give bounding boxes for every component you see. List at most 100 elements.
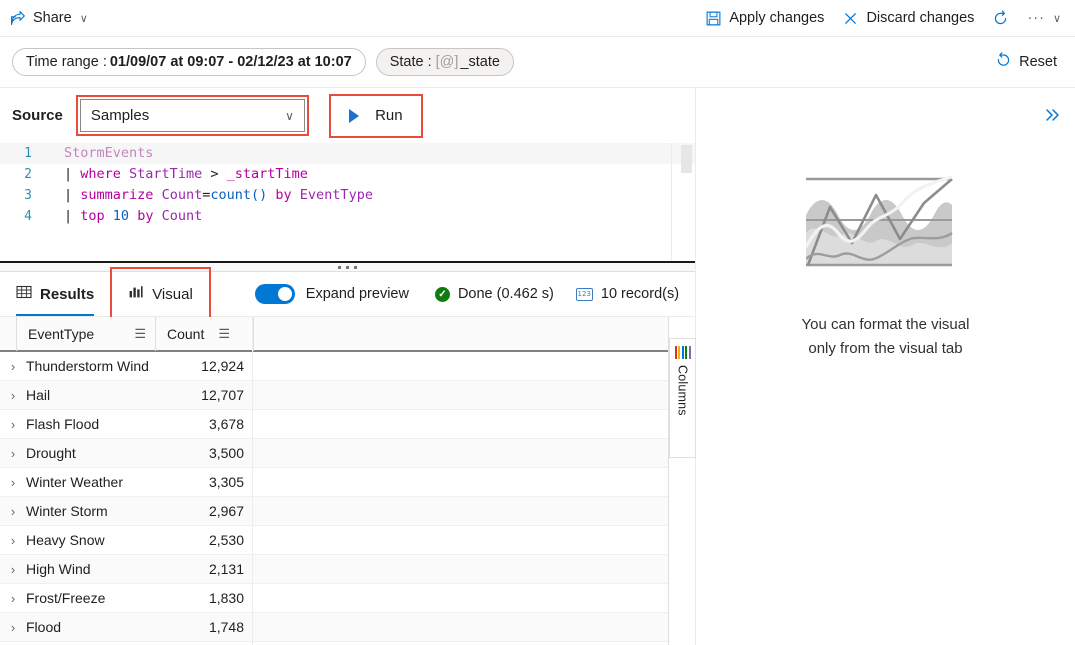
row-expand-icon[interactable]: › <box>0 620 26 635</box>
share-button[interactable]: Share ∨ <box>0 3 97 33</box>
cell-eventtype: Thunderstorm Wind <box>26 358 149 374</box>
code-line[interactable]: 4 | top 10 by Count <box>0 206 695 227</box>
chevron-down-icon[interactable]: ∨ <box>80 12 88 25</box>
number-icon: 123 <box>575 287 593 301</box>
table-row[interactable]: › Winter Storm 2,967 <box>0 497 668 526</box>
editor-scrollbar[interactable] <box>681 145 692 263</box>
row-expand-icon[interactable]: › <box>0 591 26 606</box>
state-filter[interactable]: State : [@] _state <box>375 48 514 76</box>
table-row[interactable]: › Heavy Snow 2,530 <box>0 526 668 555</box>
table-row[interactable]: › Drought 3,500 <box>0 439 668 468</box>
table-row[interactable]: › Flood 1,748 <box>0 613 668 642</box>
code-line[interactable]: 2 | where StartTime > _startTime <box>0 164 695 185</box>
reset-label: Reset <box>1019 54 1057 70</box>
run-button-highlight: Run <box>328 93 423 138</box>
row-expand-icon[interactable]: › <box>0 562 26 577</box>
tab-visual[interactable]: Visual <box>114 272 207 316</box>
table-row[interactable]: › Winter Weather 3,305 <box>0 468 668 497</box>
expand-preview-toggle[interactable] <box>254 284 295 304</box>
column-menu-icon[interactable]: ☰ <box>134 327 146 340</box>
expand-preview-group: Expand preview <box>254 284 409 304</box>
row-expand-icon[interactable]: › <box>0 388 26 403</box>
column-menu-icon[interactable]: ☰ <box>218 327 230 340</box>
code-token: 10 <box>112 208 130 224</box>
column-header-eventtype[interactable]: EventType ☰ <box>16 317 155 351</box>
column-header-count[interactable]: Count ☰ <box>155 317 253 351</box>
state-value: _state <box>460 54 500 70</box>
columns-icon <box>674 346 691 359</box>
expand-preview-label: Expand preview <box>305 286 409 302</box>
row-expand-icon[interactable]: › <box>0 504 26 519</box>
code-token: by <box>275 187 292 203</box>
row-expand-icon[interactable]: › <box>0 475 26 490</box>
columns-rail-label: Columns <box>675 365 690 416</box>
code-token: Count <box>161 187 203 203</box>
row-expand-icon[interactable]: › <box>0 359 26 374</box>
table-icon <box>16 284 32 304</box>
code-text: | summarize Count=count() by EventType <box>44 185 373 206</box>
table-row[interactable]: › Flash Flood 3,678 <box>0 410 668 439</box>
overflow-menu-button[interactable]: ··· ∨ <box>1018 3 1075 33</box>
code-token: summarize <box>80 187 154 203</box>
cell-count: 12,707 <box>201 387 244 403</box>
table-row[interactable]: › Frost/Freeze 1,830 <box>0 584 668 613</box>
cell-eventtype: Frost/Freeze <box>26 590 106 606</box>
cell-count: 2,131 <box>208 561 244 577</box>
cell-count: 3,305 <box>208 474 244 490</box>
table-row[interactable]: › Hail 12,707 <box>0 381 668 410</box>
code-token: where <box>80 166 121 182</box>
command-bar: Share ∨ Apply changes Discard changes ··… <box>0 0 1075 37</box>
time-range-filter[interactable]: Time range : 01/09/07 at 09:07 - 02/12/2… <box>12 48 366 76</box>
ellipsis-icon: ··· <box>1027 10 1045 26</box>
source-dropdown[interactable]: Samples ∨ <box>79 99 305 132</box>
column-header-filler <box>253 317 283 351</box>
chart-placeholder-illustration <box>804 173 971 283</box>
visual-pane-message-line2: only from the visual tab <box>808 340 963 357</box>
table-row[interactable]: › High Wind 2,131 <box>0 555 668 584</box>
column-header-eventtype-label: EventType <box>28 325 95 342</box>
columns-rail: Columns <box>668 317 696 645</box>
cell-count: 3,678 <box>208 416 244 432</box>
save-icon <box>705 10 722 27</box>
code-token: Count <box>161 208 203 224</box>
double-chevron-right-icon[interactable] <box>1041 103 1065 127</box>
cell-count: 3,500 <box>208 445 244 461</box>
code-token: | <box>64 166 81 182</box>
play-icon <box>349 108 360 123</box>
chevron-down-icon[interactable]: ∨ <box>1053 12 1061 25</box>
toggle-knob <box>277 287 292 301</box>
code-line[interactable]: 1 StormEvents <box>0 143 695 164</box>
discard-changes-button[interactable]: Discard changes <box>833 3 983 33</box>
results-grid[interactable]: EventType ☰ Count ☰ › Thunderstorm Wind 12… <box>0 317 668 645</box>
table-row[interactable]: › Thunderstorm Wind 12,924 <box>0 352 668 381</box>
visual-pane-message: You can format the visual only from the … <box>696 313 1075 361</box>
source-label: Source <box>12 107 63 124</box>
row-expand-icon[interactable]: › <box>0 417 26 432</box>
undo-icon <box>995 51 1012 73</box>
row-expand-icon[interactable]: › <box>0 533 26 548</box>
code-text: StormEvents <box>44 143 153 164</box>
source-dropdown-highlight: Samples ∨ <box>75 95 309 136</box>
row-expand-icon[interactable]: › <box>0 446 26 461</box>
tab-results-label: Results <box>40 285 95 303</box>
run-label: Run <box>375 107 403 124</box>
splitter-dot <box>346 265 349 269</box>
columns-panel-tab[interactable]: Columns <box>669 338 696 458</box>
tab-results[interactable]: Results <box>2 272 108 316</box>
editor-scrollbar-thumb[interactable] <box>681 145 692 173</box>
record-count-label: 10 record(s) <box>600 286 680 302</box>
splitter-dot <box>354 265 357 269</box>
reset-button[interactable]: Reset <box>989 51 1063 73</box>
run-button[interactable]: Run <box>333 98 418 133</box>
state-token: [@] <box>435 54 459 70</box>
time-range-value: 01/09/07 at 09:07 - 02/12/23 at 10:07 <box>109 54 352 70</box>
code-line[interactable]: 3 | summarize Count=count() by EventType <box>0 185 695 206</box>
apply-changes-button[interactable]: Apply changes <box>696 3 833 33</box>
cell-eventtype: Heavy Snow <box>26 532 105 548</box>
query-editor[interactable]: 1 StormEvents 2 | where StartTime > _startT… <box>0 143 695 261</box>
chevron-down-icon: ∨ <box>285 108 294 123</box>
refresh-button[interactable] <box>983 3 1018 33</box>
